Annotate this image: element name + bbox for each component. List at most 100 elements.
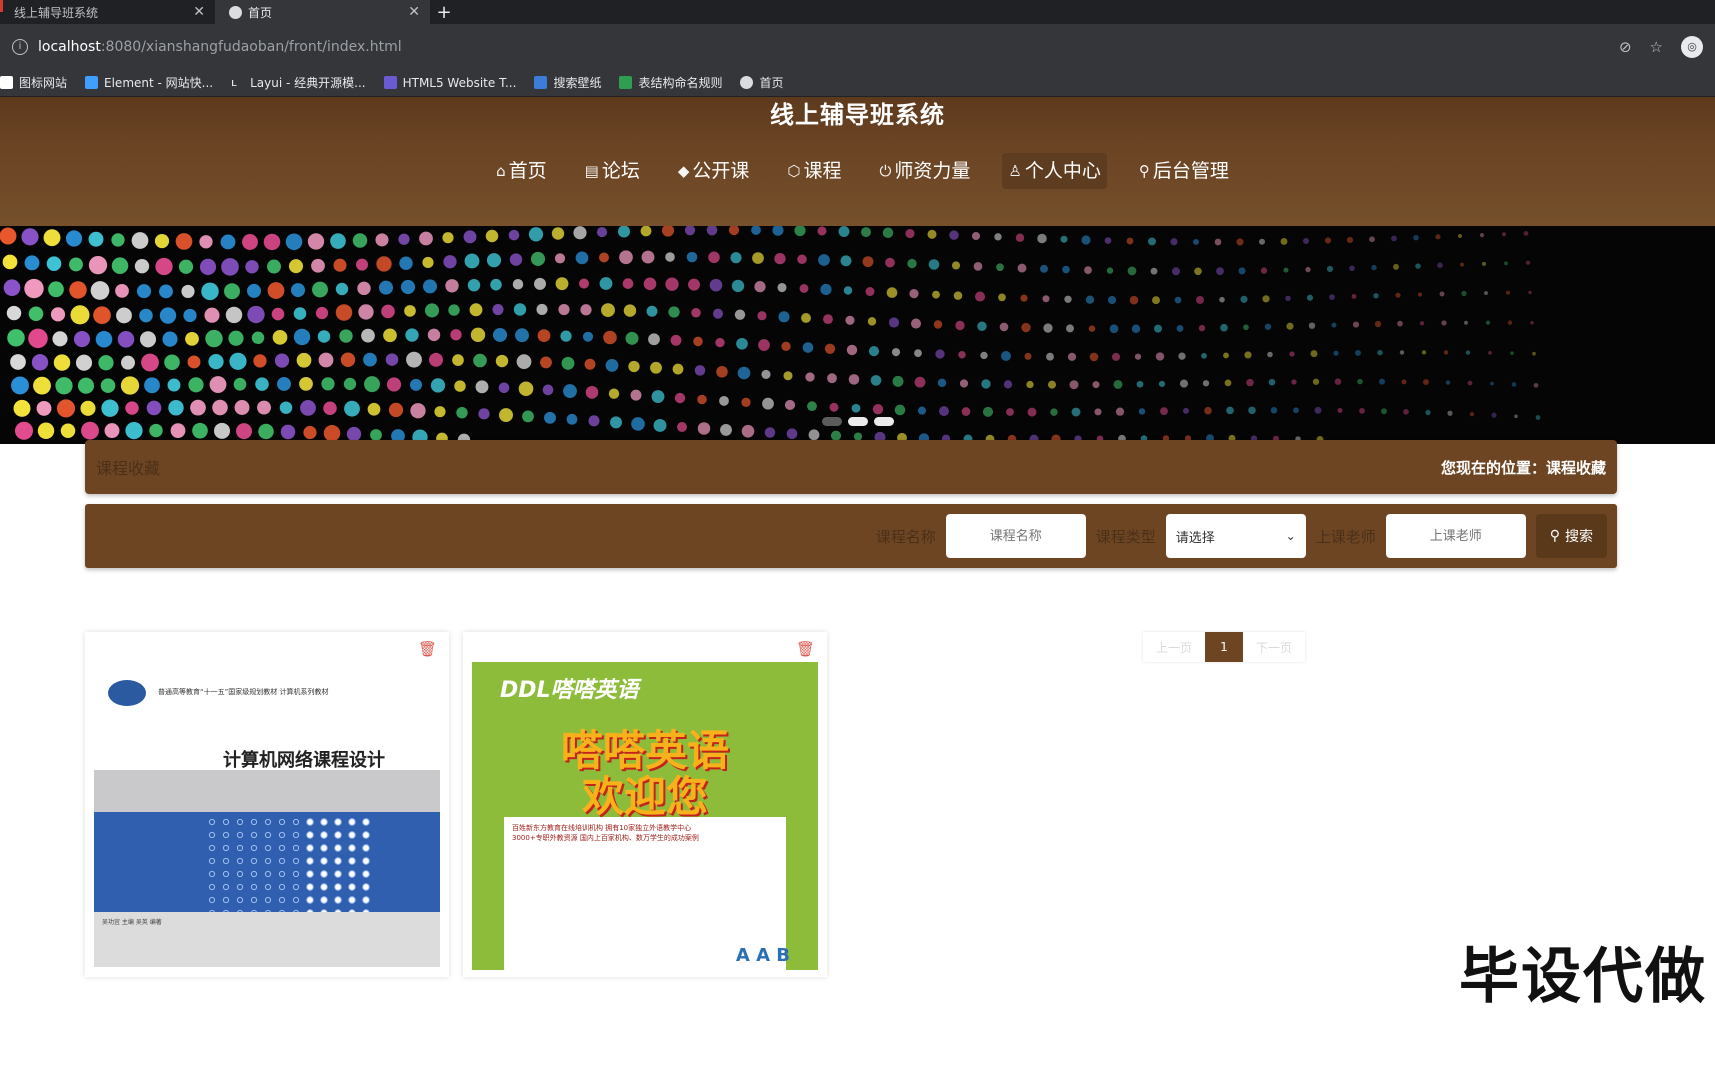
search-button[interactable]: ⚲ 搜索 — [1535, 514, 1607, 558]
banner-carousel[interactable] — [0, 226, 1715, 444]
banner-dot — [21, 228, 39, 246]
banner-dot — [513, 303, 527, 316]
bookmark-item[interactable]: HTML5 Website T... — [383, 76, 516, 90]
banner-dot — [11, 376, 29, 395]
tab-close-icon[interactable]: ✕ — [193, 4, 205, 20]
url-field[interactable]: localhost:8080/xianshangfudaoban/front/i… — [38, 39, 1609, 55]
banner-dot — [1243, 324, 1249, 331]
course-cover-image[interactable]: 普通高等教育“十一五”国家级规划教材 计算机系列教材 计算机网络课程设计 吴功宜… — [94, 662, 440, 970]
banner-dot — [905, 228, 915, 239]
banner-dot — [1479, 233, 1485, 238]
profile-avatar-icon[interactable]: ◎ — [1681, 35, 1703, 58]
banner-dot — [1270, 406, 1278, 414]
nav-item-courses[interactable]: ⬡ 课程 — [781, 153, 847, 189]
favorite-course-card[interactable]: 🗑 普通高等教育“十一五”国家级规划教材 计算机系列教材 计算机网络课程设计 吴… — [85, 632, 449, 977]
trash-icon[interactable]: 🗑 — [418, 640, 437, 658]
cover-dot — [334, 831, 342, 839]
banner-dot — [949, 230, 959, 240]
bookmark-item[interactable]: ʟ Layui - 经典开源模... — [231, 74, 365, 91]
course-type-select[interactable]: 请选择 ⌄ — [1165, 514, 1306, 558]
banner-dot — [1399, 350, 1405, 355]
bookmarks-bar: 图标网站 Element - 网站快... ʟ Layui - 经典开源模...… — [0, 69, 1715, 97]
browser-tab-2[interactable]: 首页 ✕ — [215, 0, 430, 24]
cover-dot — [362, 818, 370, 826]
carousel-dots — [0, 417, 1715, 426]
banner-dot — [977, 321, 987, 331]
prev-page-button[interactable]: 上一页 — [1143, 632, 1205, 662]
cover-dot — [264, 857, 272, 865]
banner-dot — [886, 287, 898, 298]
banner-dot — [1015, 233, 1025, 242]
banner-dot — [561, 356, 575, 370]
banner-dot — [1047, 380, 1057, 389]
banner-dot — [267, 259, 281, 274]
banner-dot — [1506, 290, 1510, 295]
banner-dot — [1293, 407, 1299, 414]
eye-off-icon[interactable]: ⊘ — [1619, 38, 1632, 56]
carousel-dot[interactable] — [873, 417, 894, 426]
nav-item-personal-center[interactable]: ♙ 个人中心 — [1002, 153, 1107, 189]
browser-tab-1[interactable]: 线上辅导班系统 ✕ — [0, 0, 215, 24]
banner-dot — [159, 284, 173, 299]
banner-dot — [1507, 320, 1513, 325]
banner-dot — [959, 379, 969, 388]
cover-dot — [222, 896, 230, 904]
trash-icon[interactable]: 🗑 — [796, 640, 815, 658]
cover-dot — [292, 857, 300, 865]
banner-dot — [162, 331, 178, 347]
cover-dot — [292, 883, 300, 891]
course-type-label: 课程类型 — [1095, 527, 1156, 546]
course-cover-image[interactable]: DDL嗒嗒英语 嗒嗒英语 欢迎您 百姓新东方教育在线培训机构 拥有10家独立外语… — [472, 662, 818, 970]
bookmark-label: 搜索壁纸 — [553, 76, 602, 90]
bookmark-item[interactable]: 图标网站 — [0, 74, 67, 91]
cover-dot — [320, 831, 328, 839]
banner-dot — [1193, 238, 1199, 245]
nav-item-forum[interactable]: ▤ 论坛 — [579, 153, 646, 189]
bookmark-item[interactable]: Element - 网站快... — [85, 74, 213, 91]
banner-dot — [376, 256, 392, 272]
banner-dot — [1043, 323, 1053, 333]
bookmark-label: Layui - 经典开源模... — [250, 76, 366, 90]
banner-dot — [1088, 325, 1096, 332]
favorite-course-card[interactable]: 🗑 DDL嗒嗒英语 嗒嗒英语 欢迎您 百姓新东方教育在线培训机构 拥有10家独立… — [463, 632, 827, 977]
banner-dot — [1238, 267, 1246, 275]
carousel-dot[interactable] — [847, 417, 868, 426]
banner-dot — [131, 232, 149, 249]
bookmark-item[interactable]: 搜索壁纸 — [534, 74, 601, 91]
home-icon: ⌂ — [496, 162, 506, 180]
banner-dot — [277, 377, 291, 391]
teacher-input[interactable] — [1385, 514, 1526, 558]
nav-item-admin[interactable]: ⚲ 后台管理 — [1133, 153, 1235, 189]
banner-dot — [293, 328, 311, 346]
banner-dot — [1204, 406, 1212, 415]
layui-logo-icon: ʟ — [231, 76, 237, 89]
site-info-icon[interactable]: i — [12, 38, 28, 55]
cover-dot — [222, 818, 230, 826]
banner-dot — [617, 226, 631, 238]
banner-dot — [955, 320, 965, 331]
banner-dot — [1155, 352, 1165, 361]
nav-item-teachers[interactable]: ⏻ 师资力量 — [874, 153, 977, 189]
new-tab-button[interactable]: + — [430, 0, 458, 24]
banner-dot — [709, 278, 723, 292]
page-number-button[interactable]: 1 — [1205, 632, 1243, 662]
star-icon[interactable]: ☆ — [1650, 38, 1663, 56]
newspaper-icon: ▤ — [584, 162, 599, 180]
banner-dot — [530, 251, 546, 266]
next-page-button[interactable]: 下一页 — [1243, 632, 1305, 662]
banner-dot — [361, 328, 375, 343]
select-value: 请选择 — [1175, 530, 1215, 546]
tab-close-icon[interactable]: ✕ — [408, 4, 420, 20]
banner-dot — [961, 407, 971, 416]
bookmark-item[interactable]: 表结构命名规则 — [619, 74, 722, 91]
carousel-dot[interactable] — [821, 417, 842, 426]
banner-dot — [1393, 263, 1399, 270]
banner-dot — [910, 318, 922, 329]
nav-item-home[interactable]: ⌂ 首页 — [490, 153, 553, 189]
banner-dot — [53, 354, 71, 371]
bookmark-item[interactable]: 首页 — [740, 74, 783, 91]
cover-dot — [250, 857, 258, 865]
course-name-input[interactable] — [945, 514, 1086, 558]
nav-item-open-class[interactable]: ◆ 公开课 — [672, 153, 756, 189]
banner-dot — [1443, 350, 1449, 355]
